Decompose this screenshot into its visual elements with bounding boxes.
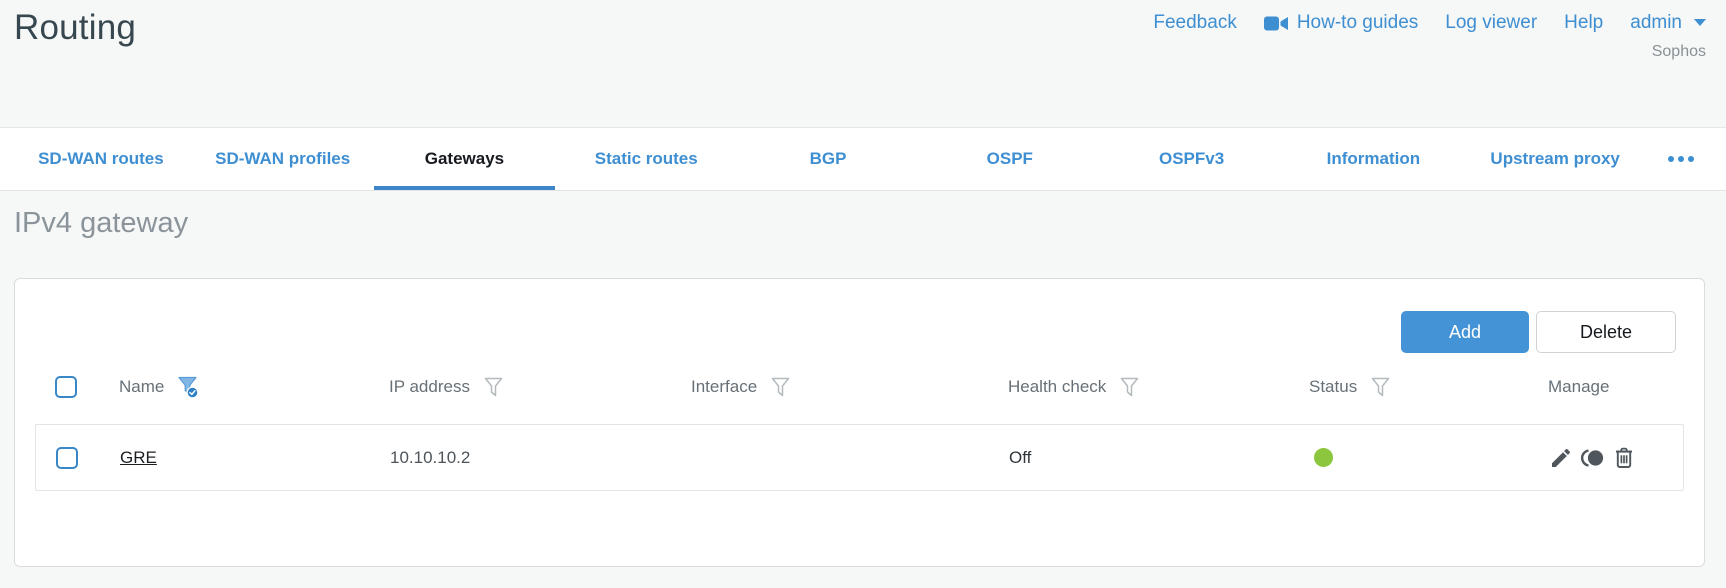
column-header-name: Name: [119, 376, 389, 399]
how-to-guides-link[interactable]: How-to guides: [1263, 12, 1418, 34]
tab-ospfv3[interactable]: OSPFv3: [1101, 128, 1283, 190]
clone-icon[interactable]: [1580, 446, 1605, 470]
ip-address-filter-icon[interactable]: [484, 377, 503, 398]
manage-actions: [1549, 446, 1683, 470]
tab-gateways[interactable]: Gateways: [373, 128, 556, 190]
select-all-checkbox[interactable]: [55, 376, 77, 398]
column-header-manage: Manage: [1548, 377, 1610, 396]
column-header-ip-address: IP address: [389, 377, 691, 398]
help-link[interactable]: Help: [1564, 12, 1603, 34]
top-navigation: Feedback How-to guides Log viewer Help a…: [1153, 12, 1706, 34]
user-menu[interactable]: admin: [1630, 12, 1706, 34]
table-row: GRE 10.10.10.2 Off: [35, 424, 1684, 491]
tab-ospf[interactable]: OSPF: [919, 128, 1101, 190]
interface-filter-icon[interactable]: [771, 377, 790, 398]
gateway-health-check: Off: [1009, 447, 1032, 467]
health-check-filter-icon[interactable]: [1120, 377, 1139, 398]
delete-button[interactable]: Delete: [1536, 311, 1676, 353]
edit-pencil-icon[interactable]: [1549, 446, 1573, 470]
delete-trash-icon[interactable]: [1612, 446, 1636, 470]
section-heading: IPv4 gateway: [14, 207, 189, 239]
more-tabs-button[interactable]: [1646, 128, 1716, 190]
routing-tabbar: SD-WAN routes SD-WAN profiles Gateways S…: [0, 127, 1726, 191]
video-camera-icon: [1263, 15, 1289, 32]
column-header-status: Status: [1309, 377, 1548, 398]
gateway-table-card: Add Delete Name IP address Interface Hea…: [14, 278, 1705, 567]
tab-upstream-proxy[interactable]: Upstream proxy: [1464, 128, 1646, 190]
gateway-name-link[interactable]: GRE: [120, 448, 157, 467]
gateway-ip-address: 10.10.10.2: [390, 447, 471, 467]
brand-label: Sophos: [1651, 43, 1706, 60]
status-filter-icon[interactable]: [1371, 377, 1390, 398]
tab-sd-wan-profiles[interactable]: SD-WAN profiles: [192, 128, 374, 190]
caret-down-icon: [1694, 19, 1706, 27]
table-toolbar: Add Delete: [15, 279, 1704, 353]
row-checkbox[interactable]: [56, 446, 78, 469]
tab-sd-wan-routes[interactable]: SD-WAN routes: [10, 128, 192, 190]
column-header-health-check: Health check: [1008, 377, 1309, 398]
tab-information[interactable]: Information: [1282, 128, 1464, 190]
feedback-link[interactable]: Feedback: [1153, 12, 1236, 34]
status-green-dot: [1314, 448, 1333, 467]
topnav-wrap: Feedback How-to guides Log viewer Help a…: [1153, 6, 1706, 61]
tab-static-routes[interactable]: Static routes: [555, 128, 737, 190]
log-viewer-link[interactable]: Log viewer: [1445, 12, 1537, 34]
name-filter-icon-active[interactable]: [178, 376, 199, 399]
column-header-interface: Interface: [691, 377, 1008, 398]
table-header-row: Name IP address Interface Health check S…: [35, 366, 1684, 408]
page-header: Routing Feedback How-to guides Log viewe…: [0, 0, 1726, 127]
page-title: Routing: [14, 8, 137, 47]
add-button[interactable]: Add: [1401, 311, 1529, 353]
tab-bgp[interactable]: BGP: [737, 128, 919, 190]
ellipsis-icon: [1668, 156, 1675, 162]
